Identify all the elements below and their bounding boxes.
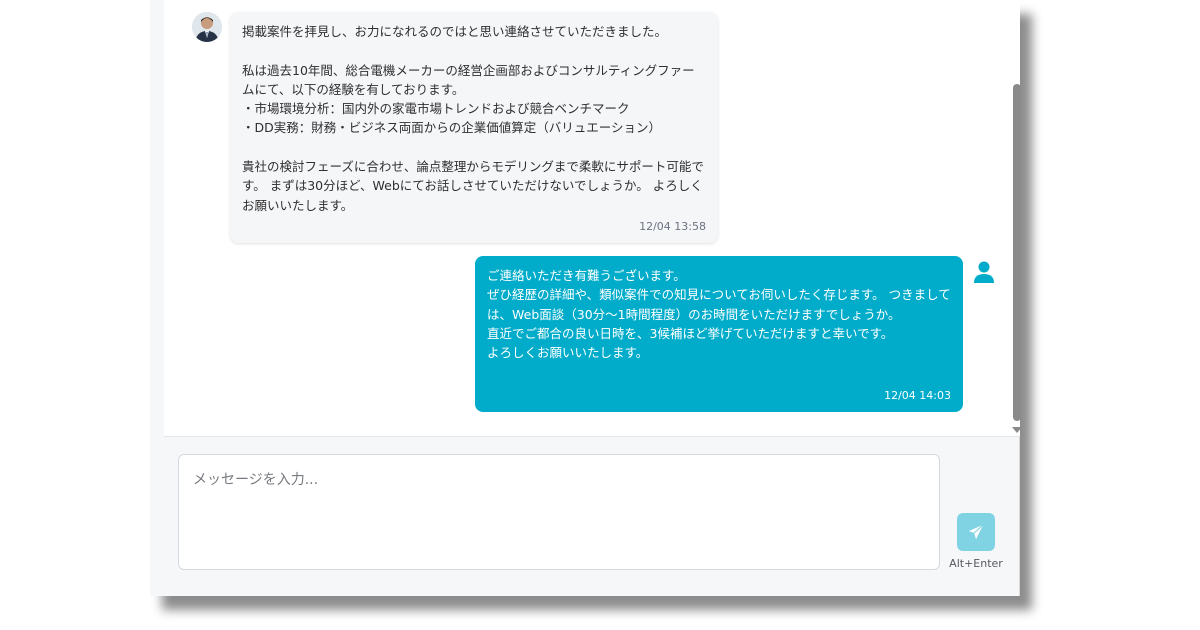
send-shortcut-hint: Alt+Enter xyxy=(949,557,1003,570)
message-input[interactable] xyxy=(178,454,940,570)
send-button[interactable] xyxy=(957,513,995,551)
person-photo-icon xyxy=(192,12,222,42)
outgoing-message-text: ご連絡いただき有難うございます。 ぜひ経歴の詳細や、類似案件での知見についてお伺… xyxy=(487,268,951,361)
incoming-message: 掲載案件を拝見し、お力になれるのではと思い連絡させていただきました。 私は過去1… xyxy=(230,12,718,243)
sender-avatar xyxy=(192,12,222,42)
user-icon xyxy=(970,258,998,286)
outgoing-message-time: 12/04 14:03 xyxy=(884,389,951,402)
incoming-message-text: 掲載案件を拝見し、お力になれるのではと思い連絡させていただきました。 私は過去1… xyxy=(242,24,704,213)
message-list[interactable]: 掲載案件を拝見し、お力になれるのではと思い連絡させていただきました。 私は過去1… xyxy=(164,0,1020,437)
incoming-message-time: 12/04 13:58 xyxy=(639,220,706,233)
scroll-thumb[interactable] xyxy=(1013,84,1020,421)
message-scrollbar[interactable] xyxy=(1010,0,1020,436)
chat-window: 掲載案件を拝見し、お力になれるのではと思い連絡させていただきました。 私は過去1… xyxy=(150,0,1020,596)
paper-plane-icon xyxy=(968,524,984,540)
scroll-down-arrow-icon[interactable] xyxy=(1012,427,1020,433)
outgoing-message: ご連絡いただき有難うございます。 ぜひ経歴の詳細や、類似案件での知見についてお伺… xyxy=(475,256,963,412)
